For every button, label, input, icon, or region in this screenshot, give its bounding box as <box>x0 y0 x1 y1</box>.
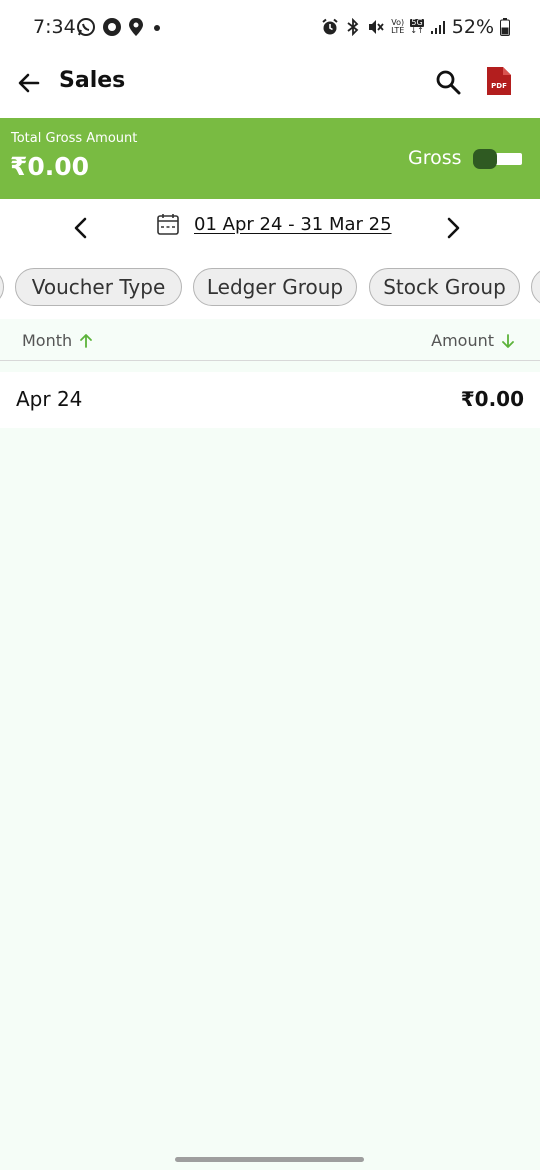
status-time: 7:34 <box>33 16 76 38</box>
location-icon <box>129 18 143 36</box>
status-bar: 7:34 Vo) LTE 5G ↓↑ 52% <box>0 0 540 58</box>
row-amount: ₹0.00 <box>460 387 524 411</box>
chip-stock-group[interactable]: Stock Group <box>369 268 520 306</box>
network-type-indicator: 5G ↓↑ <box>410 18 424 35</box>
chip-voucher-type[interactable]: Voucher Type <box>15 268 182 306</box>
alarm-icon <box>322 18 338 35</box>
arrow-left-icon <box>18 73 40 93</box>
home-indicator[interactable] <box>175 1157 364 1162</box>
pdf-export-button[interactable]: PDF <box>485 65 513 97</box>
gross-toggle-label: Gross <box>408 147 462 169</box>
bluetooth-icon <box>347 18 359 36</box>
previous-period-button[interactable] <box>66 213 96 243</box>
summary-banner: Total Gross Amount ₹0.00 Gross <box>0 118 540 199</box>
chevron-left-icon <box>74 217 87 239</box>
date-range-bar: 01 Apr 24 - 31 Mar 25 <box>0 199 540 257</box>
back-button[interactable] <box>12 66 46 100</box>
row-month: Apr 24 <box>16 387 83 411</box>
total-gross-amount: ₹0.00 <box>10 152 90 181</box>
filter-chips-row[interactable]: Voucher Type Ledger Group Stock Group <box>0 257 540 319</box>
mute-icon <box>369 20 384 34</box>
chevron-right-icon <box>447 217 460 239</box>
sort-descending-icon <box>502 333 514 348</box>
signal-icon <box>430 21 445 34</box>
chip-partial-left[interactable] <box>0 268 4 306</box>
notification-dot-icon <box>154 25 160 31</box>
chip-ledger-group[interactable]: Ledger Group <box>193 268 357 306</box>
pdf-label: PDF <box>491 82 507 90</box>
battery-percent: 52% <box>451 16 494 38</box>
total-gross-label: Total Gross Amount <box>11 131 138 146</box>
month-column-header[interactable]: Month <box>22 331 94 350</box>
date-range-text: 01 Apr 24 - 31 Mar 25 <box>194 213 392 235</box>
table-row[interactable]: Apr 24 ₹0.00 <box>0 372 540 428</box>
app-bar: Sales PDF <box>0 58 540 118</box>
search-icon <box>436 70 461 95</box>
table-header: Month Amount <box>0 319 540 361</box>
chip-partial-right[interactable] <box>531 268 540 306</box>
sort-ascending-icon <box>80 333 93 348</box>
next-period-button[interactable] <box>438 213 468 243</box>
amount-column-header[interactable]: Amount <box>431 331 516 350</box>
page-title: Sales <box>59 68 126 93</box>
search-button[interactable] <box>432 66 464 98</box>
whatsapp-icon <box>77 18 95 36</box>
record-icon <box>103 18 121 36</box>
calendar-icon <box>157 214 179 235</box>
date-range-picker[interactable]: 01 Apr 24 - 31 Mar 25 <box>156 212 392 236</box>
toggle-knob <box>473 149 497 169</box>
volte-indicator: Vo) LTE <box>391 18 405 35</box>
gross-toggle[interactable] <box>473 149 522 169</box>
battery-icon <box>500 18 510 36</box>
